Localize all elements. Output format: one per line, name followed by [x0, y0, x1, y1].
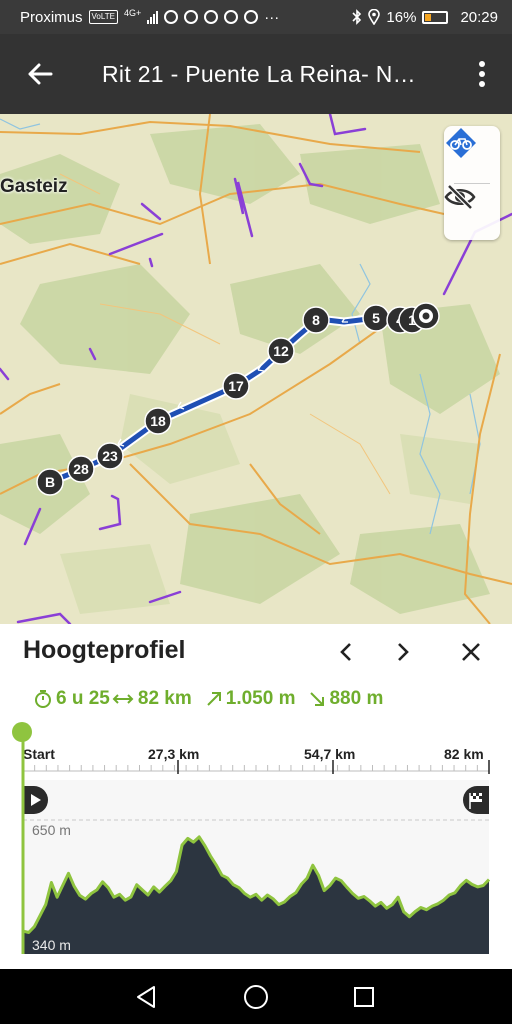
triangle-back-icon [137, 985, 155, 1008]
bike-layer-button[interactable] [444, 126, 500, 182]
chrome-icon [204, 10, 219, 24]
app-bar: Rit 21 - Puente La Reina- N… [0, 34, 512, 114]
elevation-max-label: 650 m [32, 822, 71, 838]
square-recents-icon [354, 986, 374, 1007]
eye-off-icon [444, 184, 476, 210]
back-button[interactable] [0, 34, 80, 114]
messenger-icon [164, 10, 179, 24]
circle-home-icon [244, 984, 268, 1009]
bluetooth-icon [352, 9, 362, 25]
hide-overlay-button[interactable] [444, 184, 500, 240]
system-back-button[interactable] [116, 969, 176, 1024]
status-bar: Proximus VoLTE 4G+ ··· 16% 20:29 [0, 0, 512, 34]
elevation-panel: Hoogteprofiel 6 u 25 82 km 1.050 m 880 m… [0, 624, 512, 969]
more-notifications: ··· [264, 8, 280, 26]
bike-icon [446, 128, 476, 158]
clock: 20:29 [460, 8, 498, 26]
map-controls [444, 126, 500, 240]
more-options-button[interactable] [452, 34, 512, 114]
network-type: 4G+ [123, 8, 142, 18]
place-label: Gasteiz [0, 176, 68, 197]
volte-badge: VoLTE [88, 10, 118, 24]
scrubber-handle[interactable] [12, 722, 32, 742]
tour-title: Rit 21 - Puente La Reina- N… [102, 60, 416, 87]
chrome-icon [224, 10, 239, 24]
more-vertical-icon [479, 61, 485, 87]
system-home-button[interactable] [226, 969, 286, 1024]
arrow-left-icon [28, 63, 53, 85]
chrome-icon [244, 10, 259, 24]
location-icon [368, 9, 381, 25]
signal-icon [147, 10, 159, 24]
elevation-min-label: 340 m [32, 937, 71, 953]
system-nav-bar [0, 969, 512, 1024]
battery-percentage: 16% [386, 8, 417, 26]
map-canvas [0, 114, 512, 624]
carrier-name: Proximus [20, 8, 83, 26]
map-view[interactable]: Gasteiz B 28 23 18 17 12 8 5 4 1 [0, 114, 512, 624]
chrome-icon [184, 10, 199, 24]
elevation-chart[interactable] [0, 624, 512, 969]
system-recents-button[interactable] [334, 969, 394, 1024]
battery-icon [422, 10, 449, 24]
